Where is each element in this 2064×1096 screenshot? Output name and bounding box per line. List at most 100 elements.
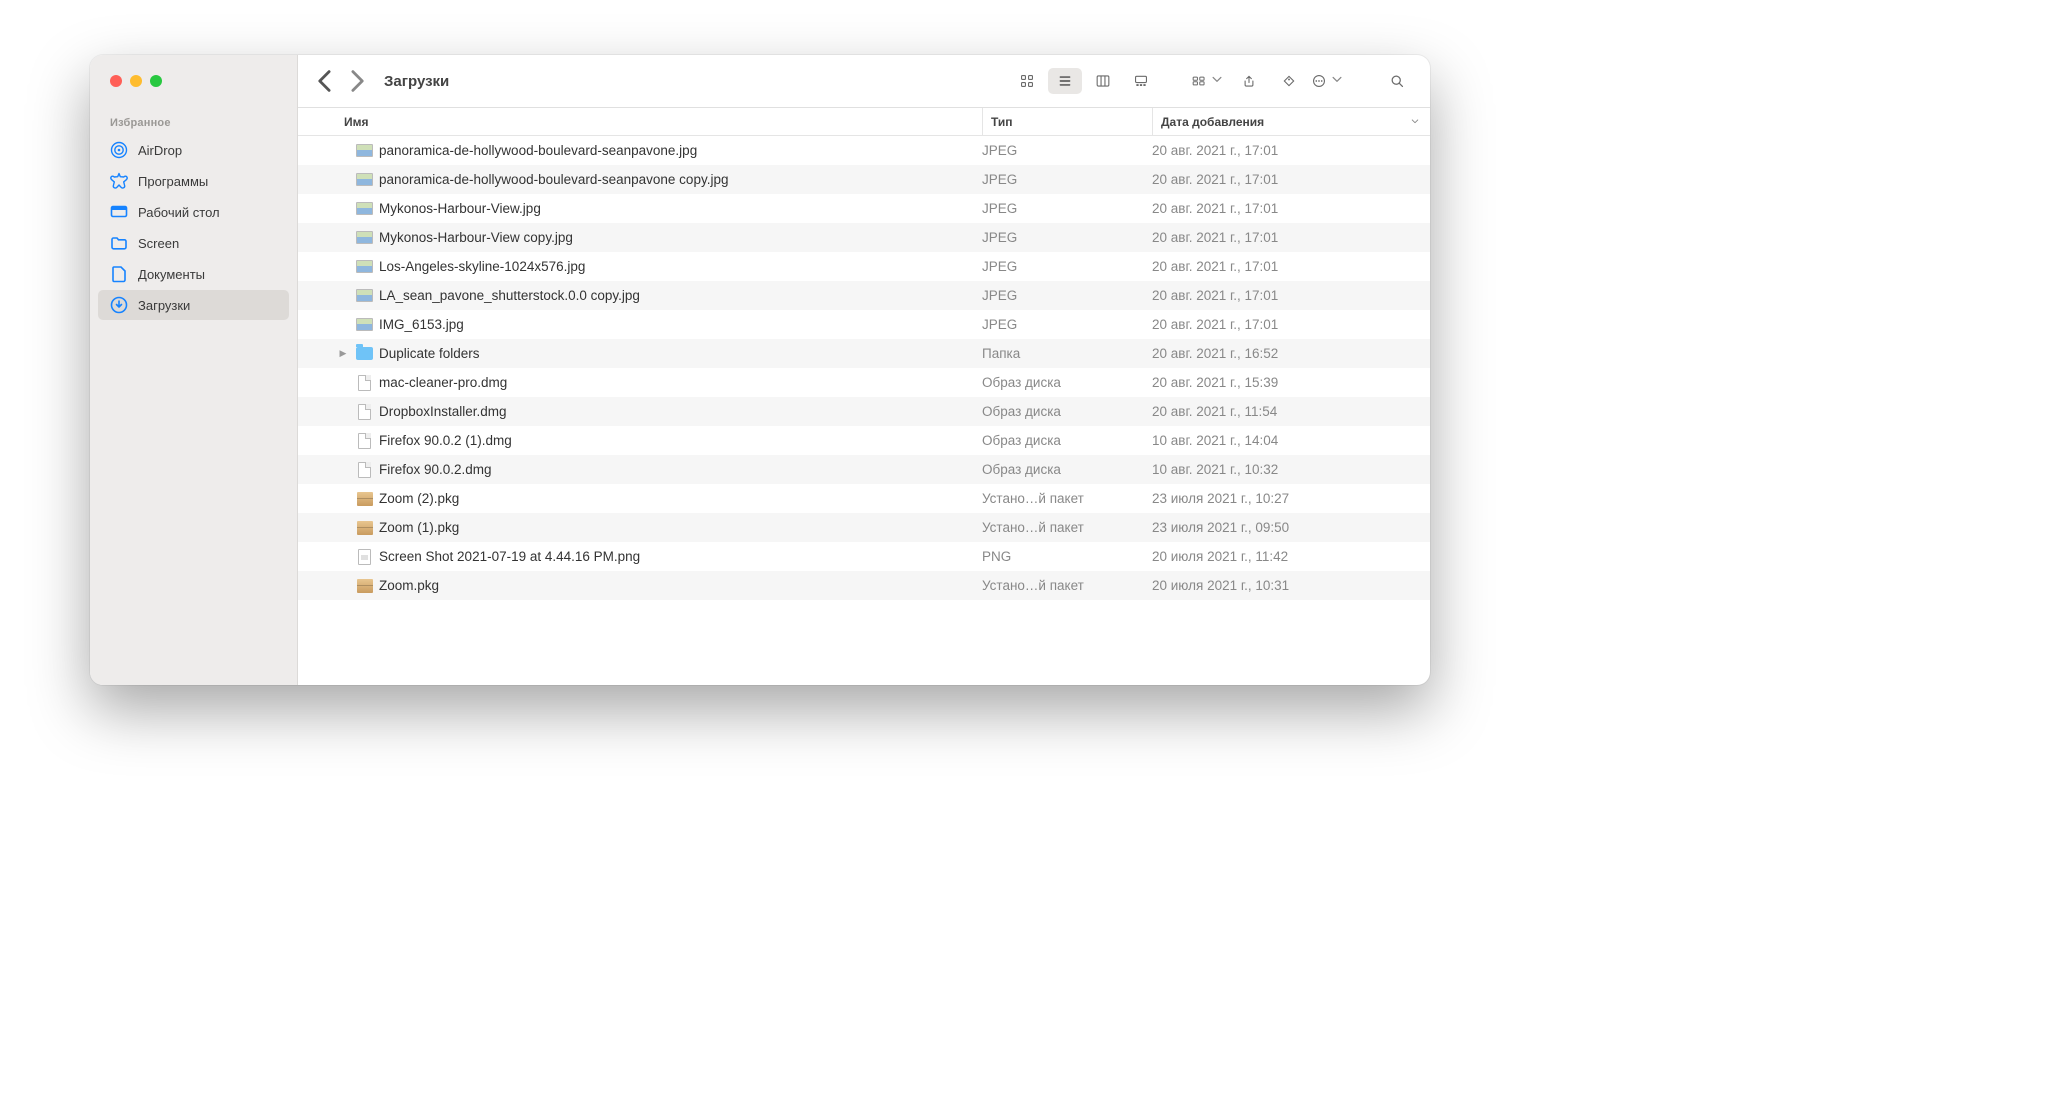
chevron-down-icon bbox=[1328, 72, 1346, 91]
file-row[interactable]: ▶Zoom (2).pkgУстано…й пакет23 июля 2021 … bbox=[298, 484, 1430, 513]
file-row[interactable]: ▶Los-Angeles-skyline-1024x576.jpgJPEG20 … bbox=[298, 252, 1430, 281]
file-name: Firefox 90.0.2.dmg bbox=[379, 462, 492, 477]
file-row[interactable]: ▶IMG_6153.jpgJPEG20 авг. 2021 г., 17:01 bbox=[298, 310, 1430, 339]
file-type: JPEG bbox=[982, 317, 1152, 332]
file-icon bbox=[356, 374, 373, 391]
sidebar-item-downloads[interactable]: Загрузки bbox=[98, 290, 289, 320]
file-row[interactable]: ▶DropboxInstaller.dmgОбраз диска20 авг. … bbox=[298, 397, 1430, 426]
file-icon bbox=[356, 432, 373, 449]
file-type: Устано…й пакет bbox=[982, 520, 1152, 535]
column-headers: Имя Тип Дата добавления bbox=[298, 108, 1430, 136]
close-window-button[interactable] bbox=[110, 75, 122, 87]
column-header-name[interactable]: Имя bbox=[298, 108, 982, 135]
file-icon bbox=[356, 171, 373, 188]
file-date: 20 авг. 2021 г., 17:01 bbox=[1152, 143, 1422, 158]
file-type: Образ диска bbox=[982, 433, 1152, 448]
file-row[interactable]: ▶Firefox 90.0.2 (1).dmgОбраз диска10 авг… bbox=[298, 426, 1430, 455]
sidebar-item-label: Рабочий стол bbox=[138, 205, 220, 220]
column-header-type[interactable]: Тип bbox=[982, 108, 1152, 135]
list-view-button[interactable] bbox=[1048, 68, 1082, 94]
minimize-window-button[interactable] bbox=[130, 75, 142, 87]
file-row[interactable]: ▶Firefox 90.0.2.dmgОбраз диска10 авг. 20… bbox=[298, 455, 1430, 484]
sidebar-item-folder[interactable]: Screen bbox=[98, 228, 289, 258]
documents-icon bbox=[110, 265, 128, 283]
file-row[interactable]: ▶LA_sean_pavone_shutterstock.0.0 copy.jp… bbox=[298, 281, 1430, 310]
file-type: JPEG bbox=[982, 143, 1152, 158]
sidebar-item-apps[interactable]: Программы bbox=[98, 166, 289, 196]
file-date: 10 авг. 2021 г., 14:04 bbox=[1152, 433, 1422, 448]
file-list[interactable]: ▶panoramica-de-hollywood-boulevard-seanp… bbox=[298, 136, 1430, 685]
file-row[interactable]: ▶mac-cleaner-pro.dmgОбраз диска20 авг. 2… bbox=[298, 368, 1430, 397]
file-row[interactable]: ▶Mykonos-Harbour-View.jpgJPEG20 авг. 202… bbox=[298, 194, 1430, 223]
file-icon bbox=[356, 229, 373, 246]
file-icon bbox=[356, 577, 373, 594]
downloads-icon bbox=[110, 296, 128, 314]
file-name: mac-cleaner-pro.dmg bbox=[379, 375, 507, 390]
file-row[interactable]: ▶Zoom (1).pkgУстано…й пакет23 июля 2021 … bbox=[298, 513, 1430, 542]
file-name: Duplicate folders bbox=[379, 346, 480, 361]
file-icon bbox=[356, 345, 373, 362]
forward-button[interactable] bbox=[342, 67, 370, 95]
file-date: 20 авг. 2021 г., 17:01 bbox=[1152, 230, 1422, 245]
gallery-view-button[interactable] bbox=[1124, 68, 1158, 94]
airdrop-icon bbox=[110, 141, 128, 159]
file-type: JPEG bbox=[982, 201, 1152, 216]
file-name: Zoom (1).pkg bbox=[379, 520, 459, 535]
file-date: 23 июля 2021 г., 10:27 bbox=[1152, 491, 1422, 506]
toolbar: Загрузки bbox=[298, 55, 1430, 108]
file-date: 20 июля 2021 г., 10:31 bbox=[1152, 578, 1422, 593]
file-row[interactable]: ▶Screen Shot 2021-07-19 at 4.44.16 PM.pn… bbox=[298, 542, 1430, 571]
file-type: JPEG bbox=[982, 172, 1152, 187]
file-date: 20 авг. 2021 г., 16:52 bbox=[1152, 346, 1422, 361]
sidebar-item-airdrop[interactable]: AirDrop bbox=[98, 135, 289, 165]
column-view-button[interactable] bbox=[1086, 68, 1120, 94]
file-date: 20 авг. 2021 г., 11:54 bbox=[1152, 404, 1422, 419]
file-row[interactable]: ▶Zoom.pkgУстано…й пакет20 июля 2021 г., … bbox=[298, 571, 1430, 600]
sidebar-item-label: Программы bbox=[138, 174, 208, 189]
zoom-window-button[interactable] bbox=[150, 75, 162, 87]
search-button[interactable] bbox=[1380, 68, 1414, 94]
back-button[interactable] bbox=[312, 67, 340, 95]
file-icon bbox=[356, 548, 373, 565]
file-name: IMG_6153.jpg bbox=[379, 317, 464, 332]
file-icon bbox=[356, 519, 373, 536]
tags-button[interactable] bbox=[1272, 68, 1306, 94]
file-type: PNG bbox=[982, 549, 1152, 564]
file-icon bbox=[356, 316, 373, 333]
column-header-date[interactable]: Дата добавления bbox=[1152, 108, 1430, 135]
file-icon bbox=[356, 461, 373, 478]
file-row[interactable]: ▶panoramica-de-hollywood-boulevard-seanp… bbox=[298, 165, 1430, 194]
sidebar-item-label: AirDrop bbox=[138, 143, 182, 158]
sidebar-item-label: Документы bbox=[138, 267, 205, 282]
file-date: 20 авг. 2021 г., 17:01 bbox=[1152, 172, 1422, 187]
sidebar: Избранное AirDropПрограммыРабочий столSc… bbox=[90, 55, 298, 685]
file-date: 20 авг. 2021 г., 17:01 bbox=[1152, 259, 1422, 274]
group-by-button[interactable] bbox=[1192, 68, 1226, 94]
file-row[interactable]: ▶Mykonos-Harbour-View copy.jpgJPEG20 авг… bbox=[298, 223, 1430, 252]
file-row[interactable]: ▶ Duplicate folders Папка20 авг. 2021 г., … bbox=[298, 339, 1430, 368]
file-type: Папка bbox=[982, 346, 1152, 361]
file-name: Zoom (2).pkg bbox=[379, 491, 459, 506]
file-icon bbox=[356, 490, 373, 507]
finder-window: Избранное AirDropПрограммыРабочий столSc… bbox=[90, 55, 1430, 685]
sidebar-item-documents[interactable]: Документы bbox=[98, 259, 289, 289]
file-date: 10 авг. 2021 г., 10:32 bbox=[1152, 462, 1422, 477]
file-type: Образ диска bbox=[982, 462, 1152, 477]
file-type: Образ диска bbox=[982, 375, 1152, 390]
actions-button[interactable] bbox=[1312, 68, 1346, 94]
file-date: 20 июля 2021 г., 11:42 bbox=[1152, 549, 1422, 564]
file-icon bbox=[356, 258, 373, 275]
disclosure-triangle-icon[interactable]: ▶ bbox=[336, 348, 350, 359]
share-button[interactable] bbox=[1232, 68, 1266, 94]
file-date: 20 авг. 2021 г., 17:01 bbox=[1152, 201, 1422, 216]
file-icon bbox=[356, 200, 373, 217]
sidebar-item-label: Screen bbox=[138, 236, 179, 251]
sidebar-item-desktop[interactable]: Рабочий стол bbox=[98, 197, 289, 227]
main-pane: Загрузки Имя Тип bbox=[298, 55, 1430, 685]
file-name: Screen Shot 2021-07-19 at 4.44.16 PM.png bbox=[379, 549, 640, 564]
file-date: 20 авг. 2021 г., 17:01 bbox=[1152, 317, 1422, 332]
file-row[interactable]: ▶panoramica-de-hollywood-boulevard-seanp… bbox=[298, 136, 1430, 165]
location-title: Загрузки bbox=[384, 73, 449, 90]
view-switcher bbox=[1008, 68, 1160, 94]
icon-view-button[interactable] bbox=[1010, 68, 1044, 94]
